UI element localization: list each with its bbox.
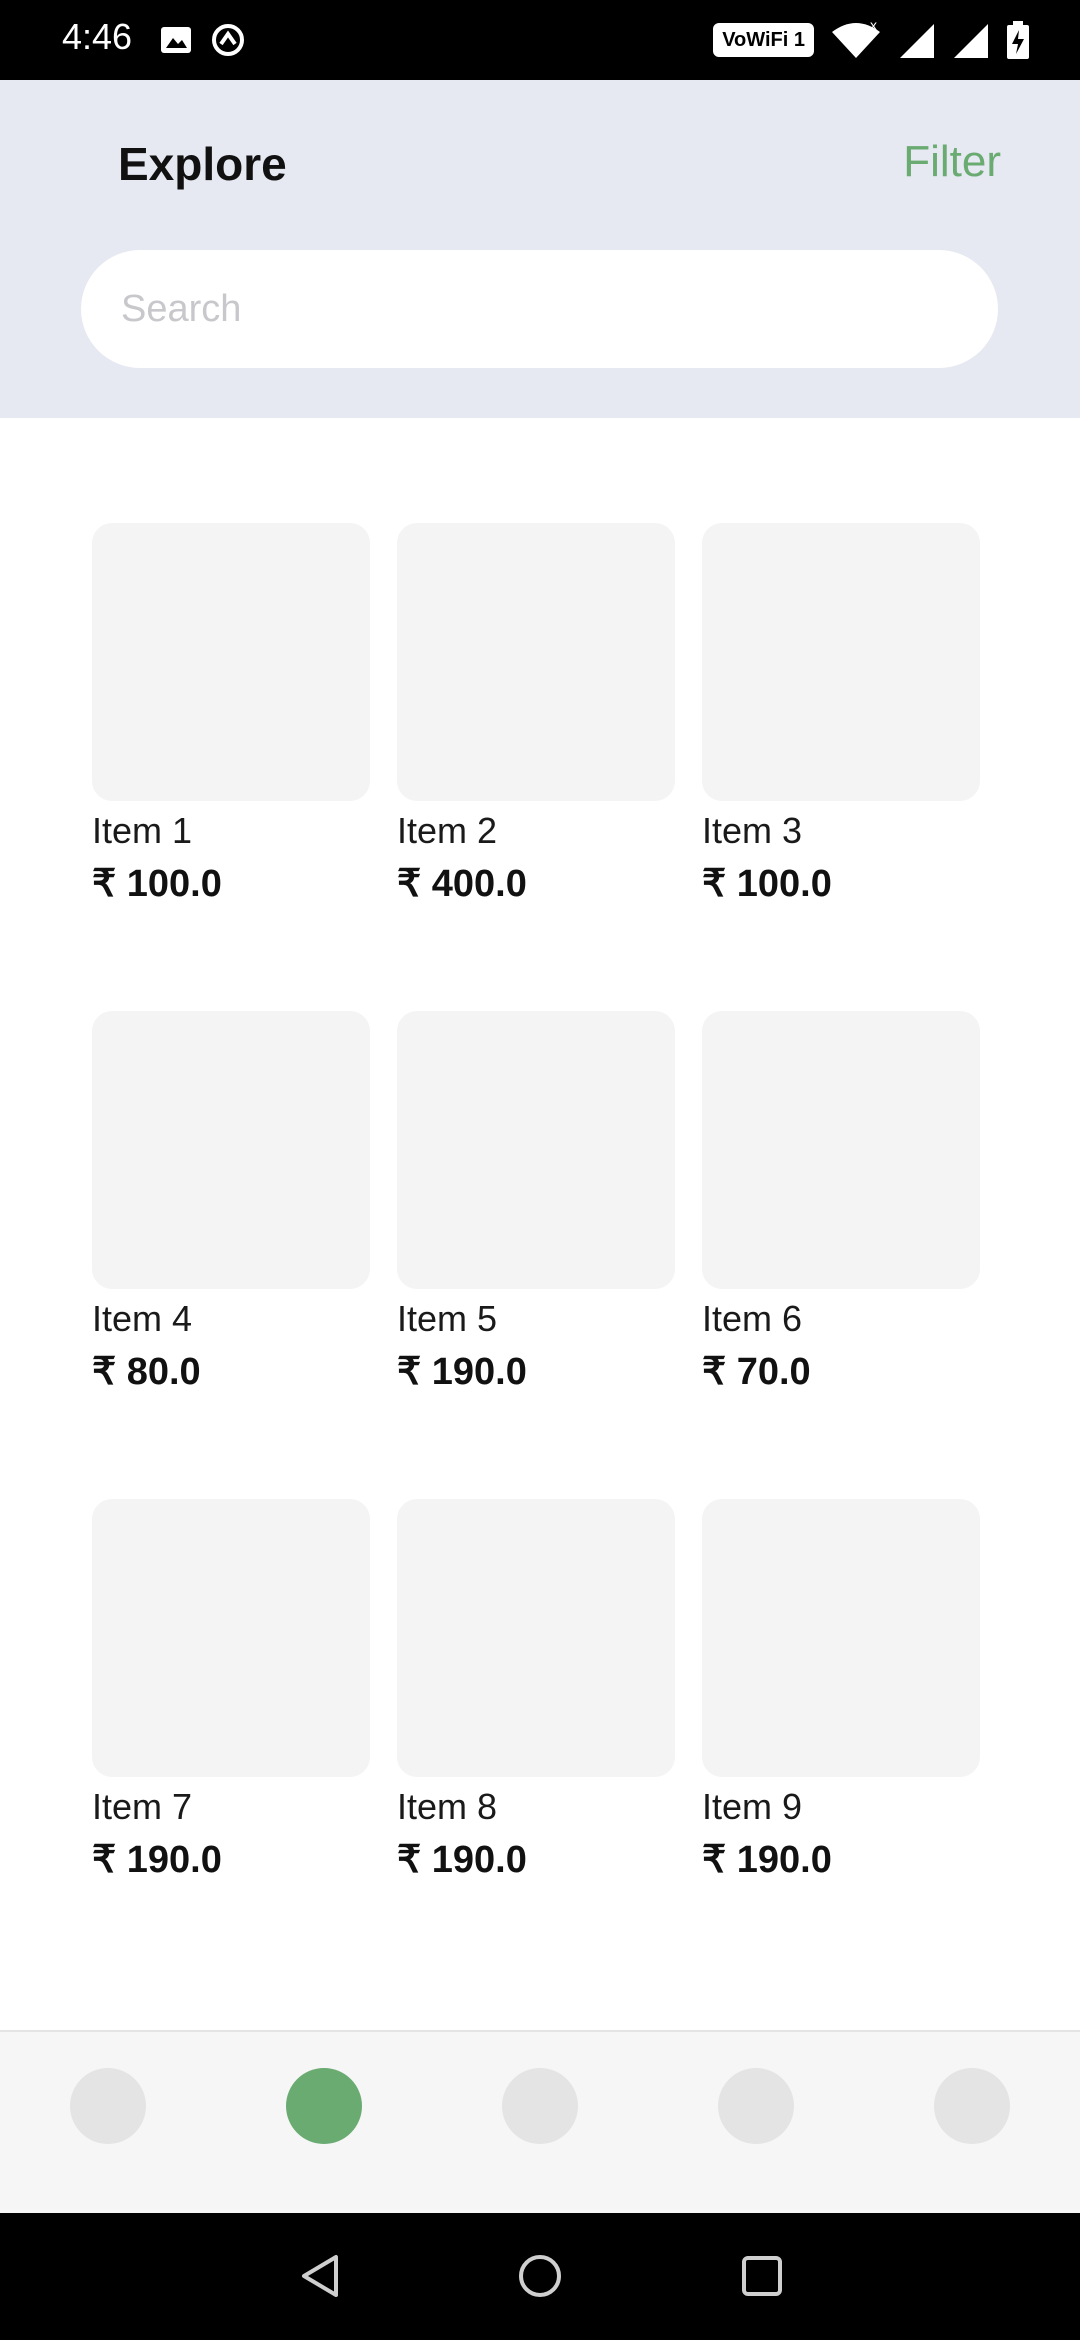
- status-bar: 4:46 VoWiFi 1 x: [0, 0, 1080, 80]
- product-card[interactable]: Item 6 ₹ 70.0: [702, 1011, 980, 1499]
- product-price: ₹ 190.0: [397, 1839, 527, 1881]
- product-price: ₹ 190.0: [92, 1839, 222, 1881]
- nav-item-5[interactable]: [934, 2068, 1010, 2144]
- battery-charging-icon: [1007, 21, 1029, 59]
- product-card[interactable]: Item 1 ₹ 100.0: [92, 523, 370, 1011]
- nav-item-1[interactable]: [70, 2068, 146, 2144]
- search-input[interactable]: [119, 286, 963, 332]
- product-name: Item 3: [702, 810, 803, 851]
- nav-item-3[interactable]: [502, 2068, 578, 2144]
- product-price: ₹ 70.0: [702, 1351, 811, 1393]
- status-time: 4:46: [62, 16, 133, 57]
- product-price: ₹ 80.0: [92, 1351, 201, 1393]
- system-nav-bar: [0, 2213, 1080, 2340]
- signal-icon: [954, 24, 988, 58]
- product-image: [92, 1499, 370, 1777]
- product-image: [702, 1011, 980, 1289]
- product-image: [702, 523, 980, 801]
- bottom-nav: [0, 2030, 1080, 2213]
- product-name: Item 8: [397, 1786, 498, 1827]
- svg-text:x: x: [870, 20, 877, 33]
- wifi-icon: x: [832, 20, 880, 58]
- product-card[interactable]: Item 7 ₹ 190.0: [92, 1499, 370, 1987]
- nav-item-4[interactable]: [718, 2068, 794, 2144]
- status-icons: VoWiFi 1 x: [713, 18, 1030, 62]
- product-image: [397, 1011, 675, 1289]
- sync-icon: [212, 24, 244, 56]
- product-price: ₹ 190.0: [702, 1839, 832, 1881]
- back-icon[interactable]: [296, 2251, 346, 2301]
- product-name: Item 7: [92, 1786, 193, 1827]
- product-name: Item 4: [92, 1298, 193, 1339]
- product-card[interactable]: Item 4 ₹ 80.0: [92, 1011, 370, 1499]
- product-image: [92, 1011, 370, 1289]
- product-card[interactable]: Item 9 ₹ 190.0: [702, 1499, 980, 1987]
- product-price: ₹ 100.0: [702, 863, 832, 905]
- product-name: Item 9: [702, 1786, 803, 1827]
- product-card[interactable]: Item 2 ₹ 400.0: [397, 523, 675, 1011]
- header: Explore Filter: [0, 80, 1080, 418]
- product-image: [397, 1499, 675, 1777]
- product-image: [92, 523, 370, 801]
- product-price: ₹ 190.0: [397, 1351, 527, 1393]
- product-name: Item 6: [702, 1298, 803, 1339]
- product-image: [397, 523, 675, 801]
- filter-button[interactable]: Filter: [903, 137, 1001, 187]
- product-card[interactable]: Item 5 ₹ 190.0: [397, 1011, 675, 1499]
- search-box[interactable]: [81, 250, 998, 368]
- nav-item-2[interactable]: [286, 2068, 362, 2144]
- product-name: Item 1: [92, 810, 193, 851]
- recents-icon[interactable]: [737, 2251, 787, 2301]
- product-name: Item 5: [397, 1298, 498, 1339]
- home-icon[interactable]: [515, 2251, 565, 2301]
- product-price: ₹ 100.0: [92, 863, 222, 905]
- product-card[interactable]: Item 3 ₹ 100.0: [702, 523, 980, 1011]
- network-badge: VoWiFi 1: [713, 23, 814, 57]
- signal-icon: [900, 24, 934, 58]
- product-image: [702, 1499, 980, 1777]
- product-grid: Item 1 ₹ 100.0 Item 2 ₹ 400.0 Item 3 ₹ 1…: [92, 523, 992, 1987]
- product-price: ₹ 400.0: [397, 863, 527, 905]
- image-icon: [161, 27, 191, 53]
- product-name: Item 2: [397, 810, 498, 851]
- page-title: Explore: [118, 138, 287, 190]
- product-card[interactable]: Item 8 ₹ 190.0: [397, 1499, 675, 1987]
